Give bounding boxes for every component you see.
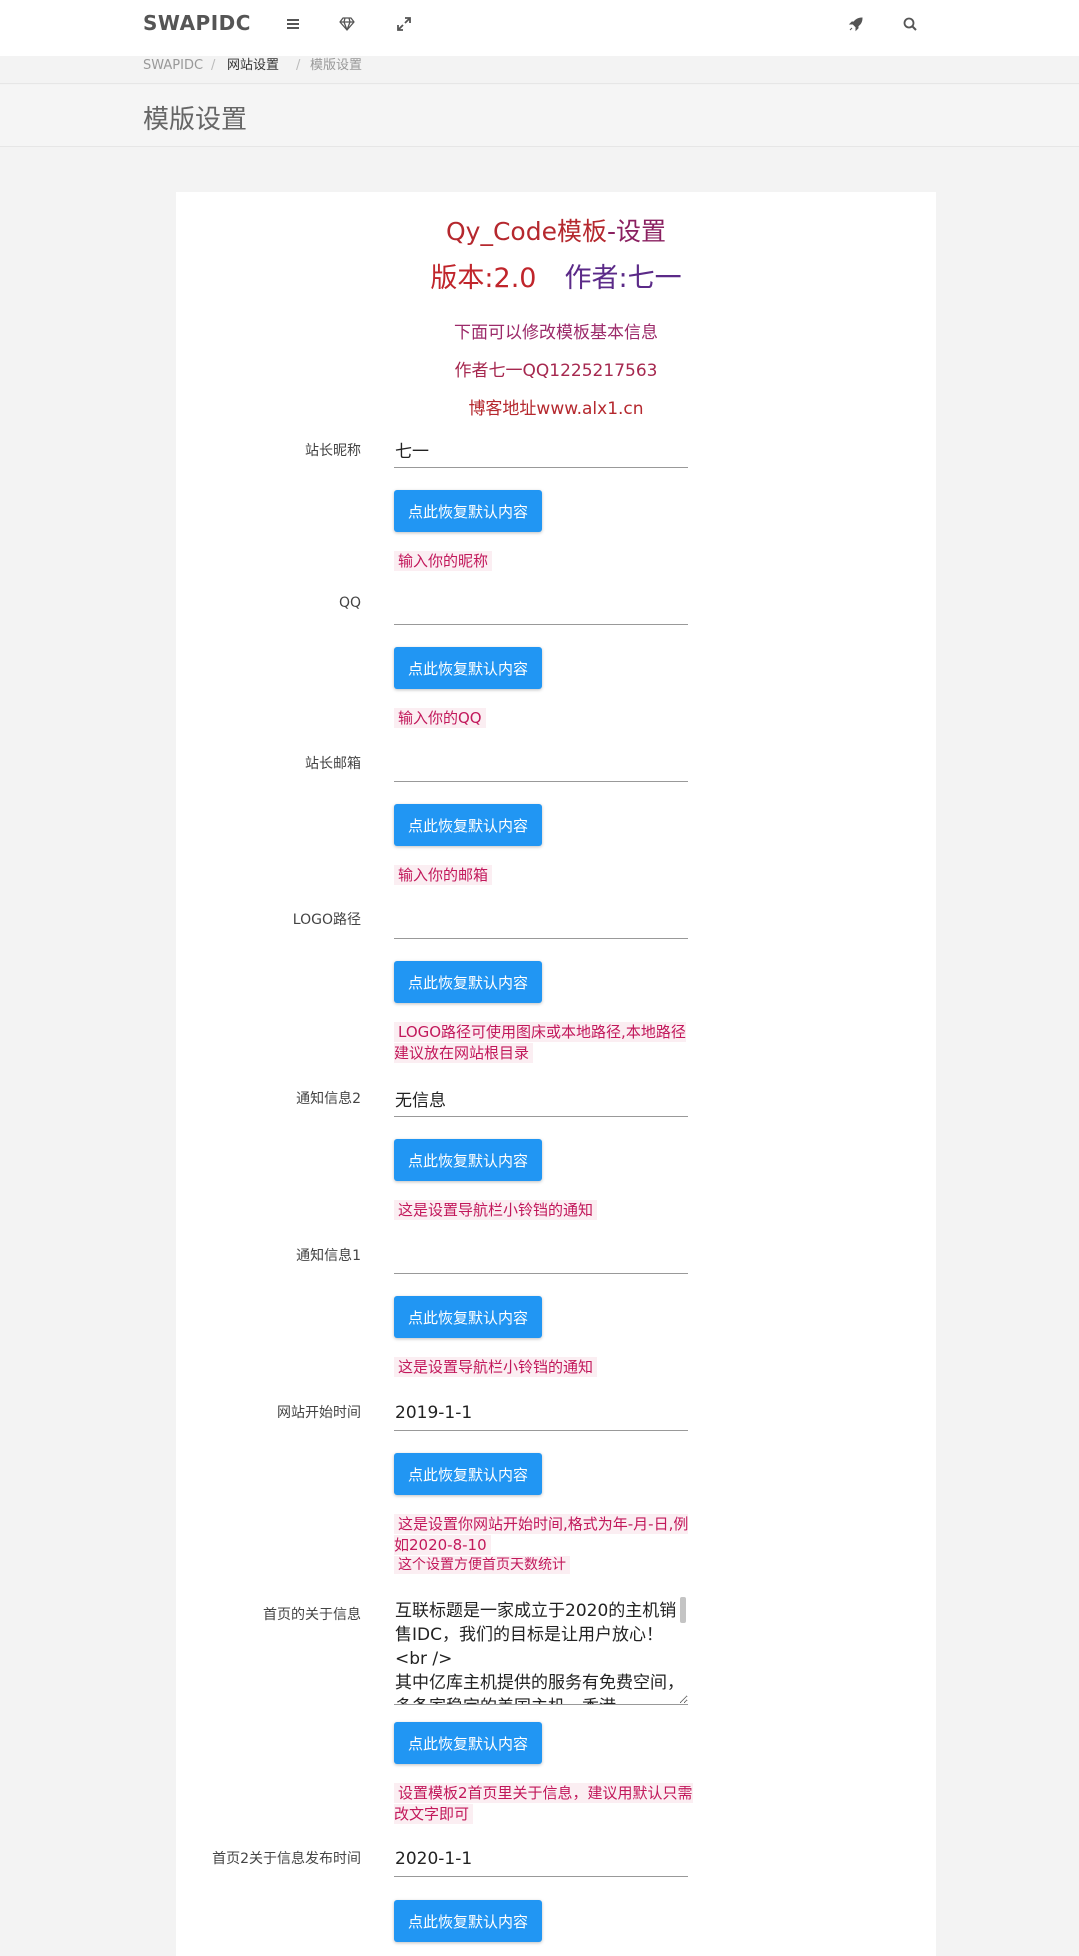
breadcrumb-separator: / [296, 58, 301, 73]
menu-icon[interactable] [282, 13, 304, 35]
version-text: 版本:2.0 [430, 263, 537, 294]
info-line-2: 作者七一QQ1225217563 [454, 361, 658, 381]
restore-default-button[interactable]: 点此恢复默认内容 [394, 1453, 542, 1495]
breadcrumb-current: 模版设置 [310, 58, 363, 73]
field-hint: 输入你的邮箱 [394, 865, 694, 886]
restore-default-button[interactable]: 点此恢复默认内容 [394, 1139, 542, 1181]
field-hint: 这是设置你网站开始时间,格式为年-月-日,例如2020-8-10 [394, 1514, 689, 1555]
card-subtitle: 版本:2.0 作者:七一 [176, 256, 936, 295]
email-input[interactable] [394, 746, 688, 782]
info-line-1: 下面可以修改模板基本信息 [454, 323, 658, 343]
field-hint: 输入你的QQ [394, 708, 694, 729]
diamond-icon[interactable] [336, 13, 358, 35]
card-title: Qy_Code模板-设置 [176, 212, 936, 248]
notice-2-input[interactable] [394, 1081, 688, 1117]
qq-input[interactable] [394, 589, 688, 625]
field-label-notice-1: 通知信息1 [296, 1248, 361, 1264]
page-header: 模版设置 [0, 85, 1079, 147]
field-hint: 设置模板2首页里关于信息，建议用默认只需改文字即可 [394, 1783, 693, 1824]
card-title-main: Qy_Code模板 [445, 217, 607, 246]
brand-logo[interactable]: SWAPIDC [143, 11, 251, 35]
breadcrumb-home[interactable]: SWAPIDC [143, 56, 203, 76]
settings-card: Qy_Code模板-设置 版本:2.0 作者:七一 下面可以修改模板基本信息 作者… [176, 192, 936, 1956]
top-navbar: SWAPIDC [0, 0, 1079, 56]
notice-1-input[interactable] [394, 1238, 688, 1274]
start-date-input[interactable] [394, 1395, 688, 1431]
field-label-email: 站长邮箱 [305, 756, 361, 772]
field-hint-secondary: 这个设置方便首页天数统计 [394, 1555, 694, 1576]
textarea-scrollbar[interactable] [680, 1597, 686, 1623]
restore-default-button[interactable]: 点此恢复默认内容 [394, 804, 542, 846]
field-label-notice-2: 通知信息2 [296, 1091, 361, 1107]
field-label-qq: QQ [338, 595, 361, 611]
field-label-about-date: 首页2关于信息发布时间 [212, 1851, 361, 1867]
field-label-start-date: 网站开始时间 [277, 1405, 361, 1421]
about-info-textarea[interactable]: 互联标题是一家成立于2020的主机销售IDC，我们的目标是让用户放心！ <br … [394, 1597, 688, 1705]
restore-default-button[interactable]: 点此恢复默认内容 [394, 1296, 542, 1338]
field-hint: 这是设置导航栏小铃铛的通知 [394, 1357, 694, 1378]
author-text: 作者:七一 [564, 263, 682, 294]
card-title-suffix: -设置 [606, 217, 666, 246]
expand-icon[interactable] [393, 13, 415, 35]
info-line-3: 博客地址www.alx1.cn [468, 399, 644, 419]
restore-default-button[interactable]: 点此恢复默认内容 [394, 490, 542, 532]
restore-default-button[interactable]: 点此恢复默认内容 [394, 1900, 542, 1942]
breadcrumb-separator: / [211, 58, 216, 73]
logo-path-input[interactable] [394, 903, 688, 939]
field-label-nickname: 站长昵称 [305, 443, 361, 459]
field-label-logo-path: LOGO路径 [292, 912, 361, 928]
breadcrumb-site-settings[interactable]: 网站设置 [227, 56, 279, 76]
breadcrumb: SWAPIDC / 网站设置 / 模版设置 [0, 56, 1079, 84]
about-date-input[interactable] [394, 1841, 688, 1877]
restore-default-button[interactable]: 点此恢复默认内容 [394, 647, 542, 689]
field-hint: 输入你的昵称 [394, 551, 694, 572]
field-label-about-info: 首页的关于信息 [263, 1607, 361, 1623]
search-icon[interactable] [899, 13, 921, 35]
page-title: 模版设置 [143, 105, 248, 135]
field-hint: LOGO路径可使用图床或本地路径,本地路径建议放在网站根目录 [394, 1022, 686, 1063]
restore-default-button[interactable]: 点此恢复默认内容 [394, 961, 542, 1003]
rocket-icon[interactable] [845, 13, 867, 35]
field-hint: 这是设置导航栏小铃铛的通知 [394, 1200, 694, 1221]
nickname-input[interactable] [394, 432, 688, 468]
restore-default-button[interactable]: 点此恢复默认内容 [394, 1722, 542, 1764]
